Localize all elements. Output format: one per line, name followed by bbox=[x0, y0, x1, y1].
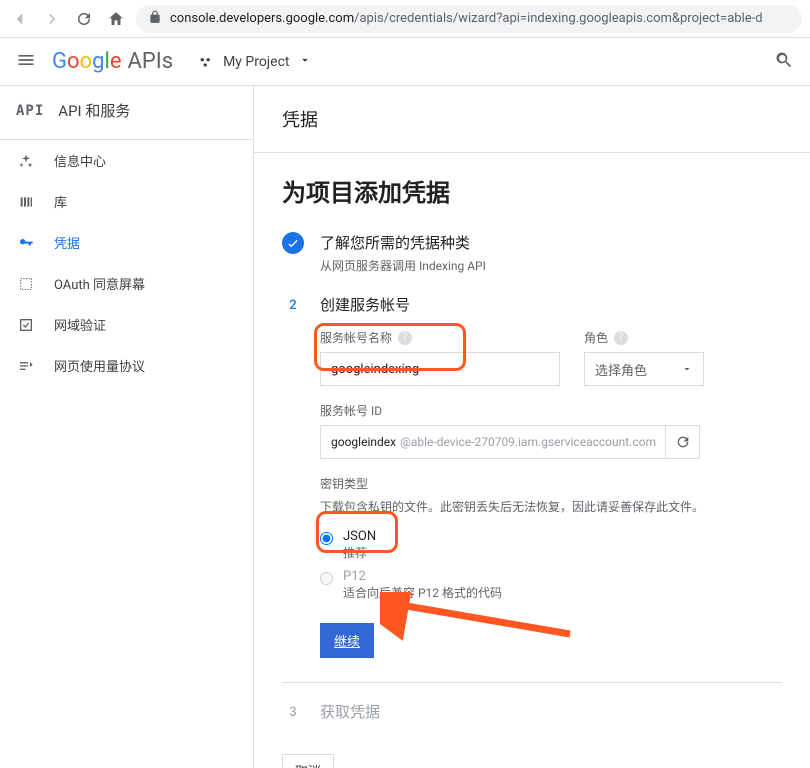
step2-title: 创建服务帐号 bbox=[320, 294, 782, 315]
menu-icon[interactable] bbox=[16, 50, 40, 74]
google-apis-logo[interactable]: Google APIs bbox=[52, 49, 173, 74]
divider bbox=[282, 682, 782, 683]
service-name-input[interactable] bbox=[320, 352, 560, 386]
page-title: 为项目添加凭据 bbox=[282, 173, 782, 208]
sidebar-item-label: 信息中心 bbox=[54, 151, 106, 170]
sidebar-item-domain[interactable]: 网域验证 bbox=[0, 304, 253, 345]
step2-num: 2 bbox=[282, 294, 304, 316]
oauth-icon bbox=[16, 276, 36, 292]
radio-p12-input[interactable] bbox=[320, 572, 333, 585]
step3-title: 获取凭据 bbox=[320, 701, 782, 722]
check-icon bbox=[282, 232, 304, 254]
forward-icon[interactable] bbox=[40, 7, 64, 31]
role-label: 角色 ? bbox=[584, 329, 714, 346]
help-icon[interactable]: ? bbox=[398, 331, 412, 345]
json-sub: 推荐 bbox=[343, 544, 376, 561]
sid-prefix: googleindex bbox=[321, 435, 400, 449]
back-icon[interactable] bbox=[8, 7, 32, 31]
home-icon[interactable] bbox=[104, 7, 128, 31]
id-label: 服务帐号 ID bbox=[320, 402, 700, 419]
project-dots-icon bbox=[197, 53, 215, 71]
p12-sub: 适合向后兼容 P12 格式的代码 bbox=[343, 584, 502, 601]
sidebar-item-usage[interactable]: 网页使用量协议 bbox=[0, 345, 253, 386]
sidebar-item-label: OAuth 同意屏幕 bbox=[54, 274, 145, 293]
step-3: 3 获取凭据 bbox=[282, 701, 782, 726]
sid-rest: @able-device-270709.iam.gserviceaccount.… bbox=[400, 435, 665, 449]
sidebar-item-credentials[interactable]: 凭据 bbox=[0, 222, 253, 263]
name-label: 服务帐号名称 ? bbox=[320, 329, 560, 346]
library-icon bbox=[16, 194, 36, 210]
cancel-button[interactable]: 取消 bbox=[282, 754, 334, 768]
lock-icon bbox=[148, 10, 162, 28]
project-selector[interactable]: My Project bbox=[197, 53, 311, 71]
chevron-down-icon bbox=[681, 363, 693, 375]
key-desc: 下载包含私钥的文件。此密钥丢失后无法恢复，因此请妥善保存此文件。 bbox=[320, 498, 782, 515]
sidebar-item-library[interactable]: 库 bbox=[0, 181, 253, 222]
dashboard-icon bbox=[16, 153, 36, 169]
reload-icon[interactable] bbox=[72, 7, 96, 31]
radio-json[interactable]: JSON 推荐 bbox=[320, 525, 782, 565]
project-name: My Project bbox=[223, 54, 289, 70]
sidebar-item-dashboard[interactable]: 信息中心 bbox=[0, 140, 253, 181]
json-label: JSON bbox=[343, 529, 376, 544]
main-header: 凭据 bbox=[254, 86, 810, 153]
sidebar-title: API 和服务 bbox=[58, 100, 130, 121]
url-bar[interactable]: console.developers.google.com/apis/crede… bbox=[136, 5, 802, 33]
sidebar: API API 和服务 信息中心 库 凭据 OAuth 同意屏幕 bbox=[0, 86, 254, 768]
role-select[interactable]: 选择角色 bbox=[584, 352, 704, 386]
sidebar-item-label: 网域验证 bbox=[54, 315, 106, 334]
main: 凭据 为项目添加凭据 了解您所需的凭据种类 从网页服务器调用 Indexing … bbox=[254, 86, 810, 768]
url-text: console.developers.google.com/apis/crede… bbox=[170, 11, 763, 26]
radio-p12[interactable]: P12 适合向后兼容 P12 格式的代码 bbox=[320, 565, 782, 605]
dropdown-icon bbox=[298, 53, 312, 71]
search-icon[interactable] bbox=[774, 50, 794, 74]
usage-icon bbox=[16, 358, 36, 374]
step-2: 2 创建服务帐号 服务帐号名称 ? bbox=[282, 294, 782, 658]
refresh-icon[interactable] bbox=[665, 426, 699, 458]
help-icon[interactable]: ? bbox=[614, 331, 628, 345]
sidebar-header: API API 和服务 bbox=[0, 86, 253, 140]
continue-button[interactable]: 继续 bbox=[320, 623, 374, 658]
p12-label: P12 bbox=[343, 569, 502, 584]
step1-sub: 从网页服务器调用 Indexing API bbox=[320, 257, 782, 274]
verify-icon bbox=[16, 317, 36, 333]
radio-json-input[interactable] bbox=[320, 532, 333, 545]
sidebar-item-oauth[interactable]: OAuth 同意屏幕 bbox=[0, 263, 253, 304]
key-icon bbox=[16, 235, 36, 251]
app-bar: Google APIs My Project bbox=[0, 38, 810, 86]
service-id-box: googleindex @able-device-270709.iam.gser… bbox=[320, 425, 700, 459]
sidebar-item-label: 凭据 bbox=[54, 233, 80, 252]
key-label: 密钥类型 bbox=[320, 475, 782, 492]
step3-num: 3 bbox=[282, 701, 304, 723]
step1-title: 了解您所需的凭据种类 bbox=[320, 232, 782, 253]
sidebar-item-label: 网页使用量协议 bbox=[54, 356, 145, 375]
step-1: 了解您所需的凭据种类 从网页服务器调用 Indexing API bbox=[282, 232, 782, 274]
browser-chrome: console.developers.google.com/apis/crede… bbox=[0, 0, 810, 38]
api-icon: API bbox=[16, 103, 44, 119]
sidebar-item-label: 库 bbox=[54, 192, 67, 211]
